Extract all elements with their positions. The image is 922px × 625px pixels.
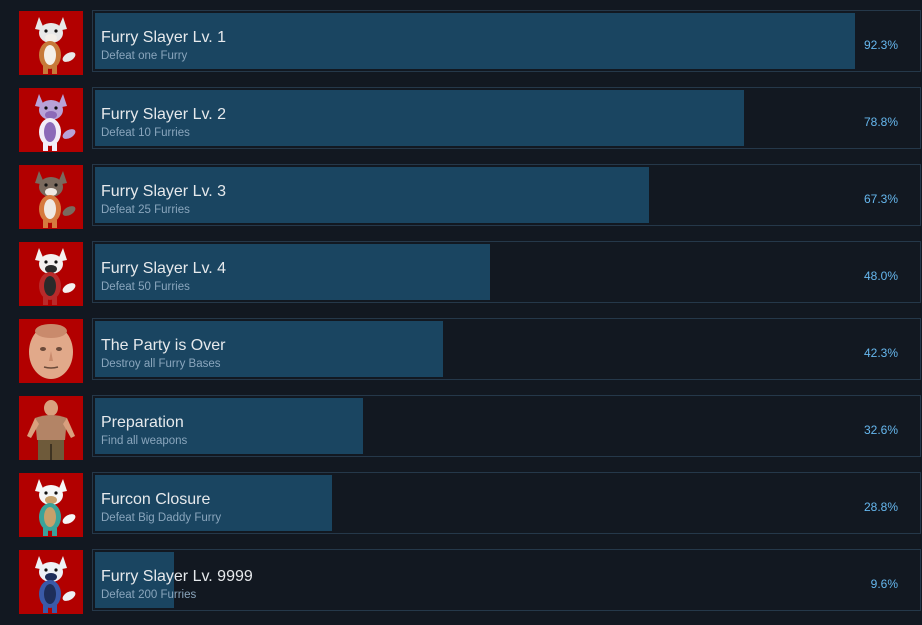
achievement-row: Furry Slayer Lv. 1 Defeat one Furry 92.3… (0, 9, 922, 75)
achievement-title: Furry Slayer Lv. 2 (101, 106, 227, 123)
achievement-row: Furry Slayer Lv. 9999 Defeat 200 Furries… (0, 548, 922, 614)
achievement-description: Defeat 25 Furries (101, 204, 190, 216)
achievement-row: Furry Slayer Lv. 2 Defeat 10 Furries 78.… (0, 86, 922, 152)
progress-bar: Furry Slayer Lv. 3 Defeat 25 Furries 67.… (92, 164, 921, 226)
achievement-title: The Party is Over (101, 337, 226, 354)
progress-bar: Furry Slayer Lv. 4 Defeat 50 Furries 48.… (92, 241, 921, 303)
progress-bar: The Party is Over Destroy all Furry Base… (92, 318, 921, 380)
progress-bar: Furry Slayer Lv. 1 Defeat one Furry 92.3… (92, 10, 921, 72)
achievement-text: Preparation Find all weapons (101, 414, 187, 448)
progress-bar: Furry Slayer Lv. 2 Defeat 10 Furries 78.… (92, 87, 921, 149)
unlock-percentage: 28.8% (863, 500, 898, 514)
achievement-text: Furry Slayer Lv. 9999 Defeat 200 Furries (101, 568, 253, 602)
achievement-description: Defeat 50 Furries (101, 281, 190, 293)
achievement-row: Furry Slayer Lv. 3 Defeat 25 Furries 67.… (0, 163, 922, 229)
achievement-title: Preparation (101, 414, 184, 431)
fox-furry-icon (19, 11, 83, 75)
achievement-description: Defeat one Furry (101, 50, 188, 62)
red-fox-furry-icon (19, 242, 83, 306)
achievement-list: Furry Slayer Lv. 1 Defeat one Furry 92.3… (0, 0, 922, 625)
progress-bar: Preparation Find all weapons 32.6% (92, 395, 921, 457)
achievement-text: Furcon Closure Defeat Big Daddy Furry (101, 491, 221, 525)
blue-wolf-furry-icon (19, 550, 83, 614)
achievement-title: Furry Slayer Lv. 4 (101, 260, 227, 277)
unlock-percentage: 78.8% (863, 115, 898, 129)
unlock-percentage: 67.3% (863, 192, 898, 206)
achievement-text: Furry Slayer Lv. 3 Defeat 25 Furries (101, 183, 226, 217)
unlock-percentage: 42.3% (863, 346, 898, 360)
achievement-text: Furry Slayer Lv. 1 Defeat one Furry (101, 29, 226, 63)
achievement-row: Furcon Closure Defeat Big Daddy Furry 28… (0, 471, 922, 537)
achievement-row: Preparation Find all weapons 32.6% (0, 394, 922, 460)
achievement-row: The Party is Over Destroy all Furry Base… (0, 317, 922, 383)
progress-bar: Furcon Closure Defeat Big Daddy Furry 28… (92, 472, 921, 534)
achievement-text: Furry Slayer Lv. 2 Defeat 10 Furries (101, 106, 226, 140)
progress-bar: Furry Slayer Lv. 9999 Defeat 200 Furries… (92, 549, 921, 611)
achievement-description: Defeat Big Daddy Furry (101, 512, 222, 524)
achievement-text: The Party is Over Destroy all Furry Base… (101, 337, 225, 371)
unlock-percentage: 48.0% (863, 269, 898, 283)
unlock-percentage: 32.6% (863, 423, 898, 437)
achievement-title: Furcon Closure (101, 491, 211, 508)
achievement-description: Defeat 200 Furries (101, 589, 197, 601)
achievement-row: Furry Slayer Lv. 4 Defeat 50 Furries 48.… (0, 240, 922, 306)
achievement-description: Destroy all Furry Bases (101, 358, 221, 370)
achievement-text: Furry Slayer Lv. 4 Defeat 50 Furries (101, 260, 226, 294)
white-bunny-furry-icon (19, 473, 83, 537)
achievement-title: Furry Slayer Lv. 3 (101, 183, 227, 200)
shirtless-man-icon (19, 396, 83, 460)
raccoon-furry-icon (19, 165, 83, 229)
achievement-title: Furry Slayer Lv. 1 (101, 29, 227, 46)
purple-furry-icon (19, 88, 83, 152)
unlock-percentage: 9.6% (870, 577, 898, 591)
face-portrait-icon (19, 319, 83, 383)
achievement-title: Furry Slayer Lv. 9999 (101, 568, 253, 585)
achievement-description: Find all weapons (101, 435, 188, 447)
achievement-description: Defeat 10 Furries (101, 127, 190, 139)
unlock-percentage: 92.3% (863, 38, 898, 52)
